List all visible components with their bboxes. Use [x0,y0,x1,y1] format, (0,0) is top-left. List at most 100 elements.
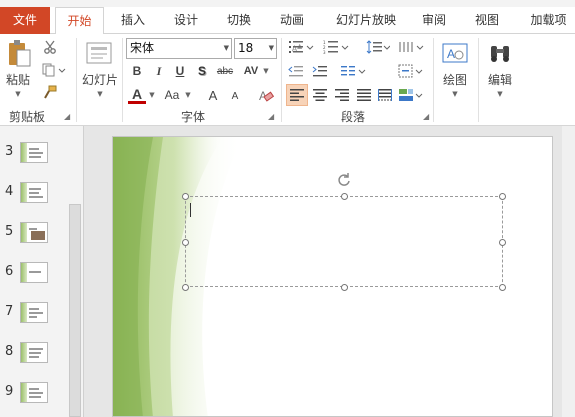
new-slide-dropdown-icon[interactable]: ▼ [92,89,108,99]
slide-thumbnail-item[interactable]: 4 [0,178,70,210]
new-slide-icon[interactable] [84,39,114,67]
font-group-label: 字体 [180,110,205,124]
slide-thumbnail [20,262,48,283]
tab-home[interactable]: 开始 [55,7,104,35]
paste-button[interactable]: 粘贴 [2,71,34,87]
drawing-icon[interactable]: A [440,39,470,67]
shadow-button[interactable]: S [193,62,211,80]
text-direction-icon[interactable] [396,38,426,56]
tab-insert[interactable]: 插入 [110,7,156,34]
clipboard-launcher-icon[interactable]: ◢ [64,112,70,121]
slide-thumbnail-item[interactable]: 7 [0,298,70,330]
shrink-font-button[interactable]: A [227,88,243,104]
slide-thumbnail-item[interactable]: 9 [0,378,70,410]
slide-thumbnail [20,342,48,363]
align-left-button[interactable] [286,84,308,106]
font-launcher-icon[interactable]: ◢ [268,112,274,121]
slide-thumbnail [20,222,48,243]
grow-font-button[interactable]: A [204,86,222,104]
slide-thumbnail-item[interactable]: 5 [0,218,70,250]
slide-number: 7 [5,304,14,319]
format-painter-icon[interactable] [40,83,60,101]
slide-thumbnail-pane: 3 4 5 6 7 8 9 [0,126,84,417]
copy-icon[interactable] [40,61,68,79]
drawing-button[interactable]: 绘图 [437,71,473,87]
rotate-handle-icon[interactable] [336,172,352,188]
align-text-icon[interactable] [396,62,426,80]
resize-handle[interactable] [499,193,506,200]
slide-thumbnail-item[interactable]: 8 [0,338,70,370]
ribbon-tabs: 文件 开始 插入 设计 切换 动画 幻灯片放映 审阅 视图 加载项 [0,7,575,35]
smartart-icon[interactable] [396,85,426,105]
paste-dropdown-icon[interactable]: ▼ [10,89,26,99]
editing-button[interactable]: 编辑 [482,71,518,87]
ribbon: 粘贴 ▼ 剪贴板 ◢ 幻灯片 ▼ 宋体▼ 18▼ A▲ B I U S abc … [0,34,575,126]
character-spacing-button[interactable]: AV [239,62,263,80]
slide-number: 4 [5,184,14,199]
numbering-icon[interactable]: 123 [321,38,351,56]
increase-indent-icon[interactable] [310,62,330,80]
paste-icon[interactable] [4,38,34,70]
align-center-button[interactable] [310,85,330,105]
tab-view[interactable]: 视图 [464,7,510,34]
tab-design[interactable]: 设计 [163,7,209,34]
strikethrough-button[interactable]: abc [214,62,236,80]
paragraph-group-label: 段落 [340,110,365,124]
chevron-down-icon: ▼ [223,44,229,52]
font-size-select[interactable]: 18 ▼ [234,38,277,59]
tab-addins[interactable]: 加载项 [522,7,575,34]
divider [433,38,434,122]
font-size-value: 18 [238,41,254,55]
chevron-down-icon[interactable]: ▼ [262,66,270,76]
chevron-down-icon[interactable]: ▼ [148,90,156,100]
resize-handle[interactable] [182,239,189,246]
new-slide-button[interactable]: 幻灯片 [80,71,120,87]
tab-animations[interactable]: 动画 [269,7,315,34]
resize-handle[interactable] [341,284,348,291]
bold-button[interactable]: B [128,62,146,80]
slide-number: 5 [5,224,14,239]
align-right-button[interactable] [332,85,352,105]
tab-file[interactable]: 文件 [0,7,50,34]
text-placeholder[interactable] [185,196,503,287]
powerpoint-window: 文件 开始 插入 设计 切换 动画 幻灯片放映 审阅 视图 加载项 粘贴 ▼ 剪… [0,0,575,417]
slide-number: 8 [5,344,14,359]
slide-thumbnail [20,382,48,403]
cut-icon[interactable] [40,38,60,56]
clear-formatting-icon[interactable]: A [256,86,276,104]
change-case-button[interactable]: Aa [160,86,184,104]
font-name-select[interactable]: 宋体 ▼ [126,38,232,59]
resize-handle[interactable] [499,284,506,291]
font-name-value: 宋体 [130,41,155,55]
font-color-button[interactable]: A [128,86,146,104]
tab-slideshow[interactable]: 幻灯片放映 [326,7,406,34]
underline-button[interactable]: U [171,62,189,80]
justify-button[interactable] [354,85,374,105]
chevron-down-icon[interactable]: ▼ [184,90,192,100]
decrease-indent-icon[interactable] [286,62,306,80]
drawing-dropdown-icon[interactable]: ▼ [447,89,463,99]
columns-icon[interactable] [338,62,368,80]
paragraph-launcher-icon[interactable]: ◢ [423,112,429,121]
slide-thumbnail-item[interactable]: 6 [0,258,70,290]
italic-button[interactable]: I [150,62,168,80]
scrollbar-thumb[interactable] [69,204,81,417]
editing-dropdown-icon[interactable]: ▼ [492,89,508,99]
slide-thumbnail-item[interactable]: 3 [0,138,70,170]
tab-transitions[interactable]: 切换 [216,7,262,34]
svg-text:3: 3 [323,50,326,54]
binoculars-icon[interactable] [485,39,515,67]
resize-handle[interactable] [499,239,506,246]
divider [122,38,123,122]
resize-handle[interactable] [341,193,348,200]
resize-handle[interactable] [182,193,189,200]
divider [76,38,77,122]
tab-review[interactable]: 审阅 [411,7,457,34]
bullets-icon[interactable] [286,38,316,56]
distributed-align-icon[interactable] [375,85,395,105]
text-cursor [190,203,191,217]
resize-handle[interactable] [182,284,189,291]
slide-number: 6 [5,264,14,279]
line-spacing-icon[interactable] [364,38,392,56]
vertical-scrollbar[interactable] [562,126,575,417]
